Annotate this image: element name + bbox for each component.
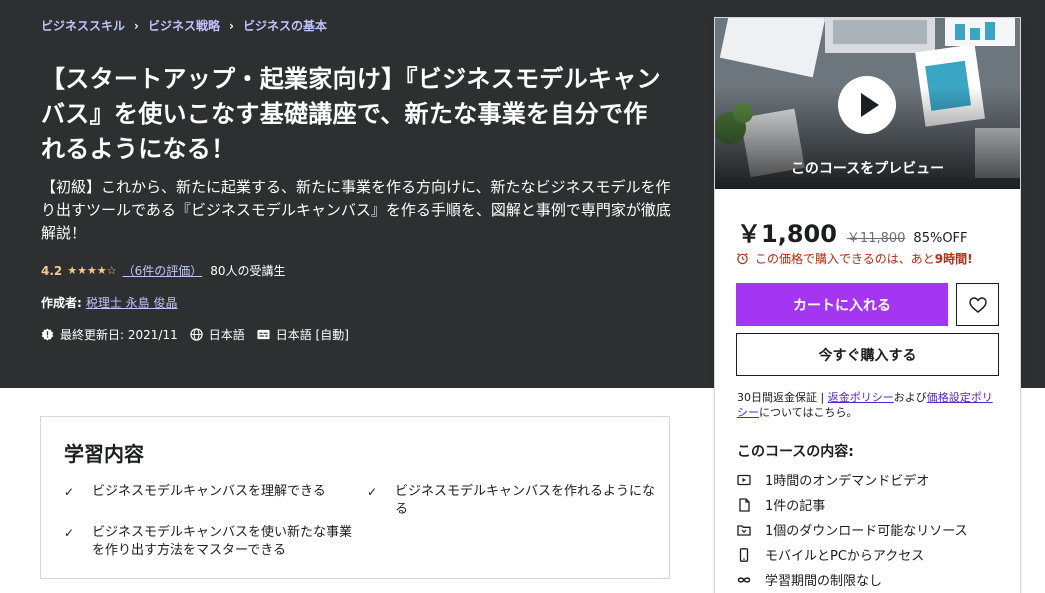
learn-item: ✓ ビジネスモデルキャンバスを使い新たな事業を作り出す方法をマスターできる bbox=[64, 524, 354, 560]
author-link[interactable]: 税理士 永島 俊晶 bbox=[86, 294, 178, 311]
student-count: 80人の受講生 bbox=[210, 264, 286, 278]
course-title: 【スタートアップ・起業家向け】『ビジネスモデルキャンバス』を使いこなす基礎講座で… bbox=[41, 65, 661, 163]
course-language: 日本語 bbox=[208, 328, 245, 342]
buy-now-button[interactable]: 今すぐ購入する bbox=[736, 333, 999, 376]
include-lifetime: 学習期間の制限なし bbox=[765, 574, 883, 589]
include-article: 1件の記事 bbox=[765, 499, 826, 514]
what-you-learn-box: 学習内容 ✓ ビジネスモデルキャンバスを理解できる ✓ ビジネスモデルキャンバス… bbox=[40, 416, 670, 579]
purchase-sidebar: このコースをプレビュー ￥1,800 ￥11,800 85%OFF この価格で購… bbox=[714, 17, 1021, 593]
include-video: 1時間のオンデマンドビデオ bbox=[765, 474, 930, 489]
learn-title: 学習内容 bbox=[64, 442, 144, 466]
globe-icon bbox=[190, 328, 203, 341]
closed-captions-icon bbox=[257, 329, 270, 340]
check-icon: ✓ bbox=[367, 485, 378, 499]
breadcrumb-item-business-skills[interactable]: ビジネススキル bbox=[41, 17, 125, 34]
original-price: ￥11,800 bbox=[846, 231, 906, 246]
guarantee-suffix: についてはこちら。 bbox=[759, 406, 858, 419]
learn-item-text: ビジネスモデルキャンバスを使い新たな事業を作り出す方法をマスターできる bbox=[92, 525, 353, 558]
breadcrumb: ビジネススキル › ビジネス戦略 › ビジネスの基本 bbox=[41, 17, 327, 34]
refund-policy-link[interactable]: 返金ポリシー bbox=[828, 391, 894, 404]
timer-remaining: 9時間! bbox=[934, 252, 973, 266]
rating-value: 4.2 bbox=[41, 263, 63, 278]
list-item: 学習期間の制限なし bbox=[737, 567, 968, 592]
heart-icon bbox=[968, 296, 987, 313]
current-price: ￥1,800 bbox=[737, 220, 837, 248]
timer-text: この価格で購入できるのは、あと bbox=[755, 252, 935, 266]
author-label: 作成者: bbox=[41, 296, 82, 310]
breadcrumb-item-business-basics[interactable]: ビジネスの基本 bbox=[243, 17, 327, 34]
infinity-icon bbox=[737, 576, 751, 583]
include-download: 1個のダウンロード可能なリソース bbox=[765, 524, 968, 539]
includes-list: 1時間のオンデマンドビデオ 1件の記事 1個のダウンロード可能なリソース モバイ… bbox=[737, 467, 968, 592]
include-mobile: モバイルとPCからアクセス bbox=[765, 549, 925, 564]
wishlist-button[interactable] bbox=[956, 283, 999, 326]
list-item: モバイルとPCからアクセス bbox=[737, 542, 968, 567]
download-icon bbox=[737, 524, 751, 536]
article-icon bbox=[739, 497, 750, 512]
course-captions: 日本語 [自動] bbox=[275, 328, 349, 342]
guarantee-and: および bbox=[893, 391, 927, 404]
discount-percent: 85%OFF bbox=[913, 231, 968, 246]
list-item: 1個のダウンロード可能なリソース bbox=[737, 517, 968, 542]
star-rating-icon: ★★★★☆ bbox=[67, 264, 117, 277]
course-subtitle: 【初級】これから、新たに起業する、新たに事業を作る方向けに、新たなビジネスモデル… bbox=[41, 178, 671, 242]
alert-badge-icon bbox=[41, 328, 54, 341]
last-updated: 最終更新日: 2021/11 bbox=[60, 328, 178, 342]
course-meta: 最終更新日: 2021/11 日本語 日本語 [自動] bbox=[41, 326, 361, 343]
learn-item: ✓ ビジネスモデルキャンバスを作れるようになる bbox=[367, 483, 657, 519]
check-icon: ✓ bbox=[64, 485, 75, 499]
add-to-cart-button[interactable]: カートに入れる bbox=[736, 283, 948, 326]
list-item: 1件の記事 bbox=[737, 492, 968, 517]
list-item: 1時間のオンデマンドビデオ bbox=[737, 467, 968, 492]
video-icon bbox=[737, 474, 751, 485]
breadcrumb-item-business-strategy[interactable]: ビジネス戦略 bbox=[148, 17, 220, 34]
rating-row: 4.2 ★★★★☆ （6件の評価） 80人の受講生 bbox=[41, 262, 286, 279]
money-back-guarantee: 30日間返金保証 | 返金ポリシーおよび価格設定ポリシーについてはこちら。 bbox=[737, 390, 1001, 420]
learn-item-text: ビジネスモデルキャンバスを理解できる bbox=[92, 484, 326, 499]
author-row: 作成者: 税理士 永島 俊晶 bbox=[41, 294, 177, 311]
breadcrumb-separator: › bbox=[134, 18, 139, 33]
alarm-clock-icon bbox=[737, 252, 748, 265]
course-preview[interactable]: このコースをプレビュー bbox=[715, 18, 1020, 189]
price-timer: この価格で購入できるのは、あと 9時間! bbox=[736, 250, 973, 267]
breadcrumb-separator: › bbox=[228, 18, 234, 33]
check-icon: ✓ bbox=[64, 526, 75, 540]
preview-label: このコースをプレビュー bbox=[790, 161, 945, 177]
learn-item: ✓ ビジネスモデルキャンバスを理解できる bbox=[64, 483, 334, 501]
mobile-icon bbox=[739, 547, 749, 562]
play-icon[interactable] bbox=[838, 76, 896, 134]
guarantee-text: 30日間返金保証 | bbox=[737, 391, 828, 404]
learn-item-text: ビジネスモデルキャンバスを作れるようになる bbox=[395, 484, 656, 517]
includes-title: このコースの内容: bbox=[737, 444, 854, 460]
price-row: ￥1,800 ￥11,800 85%OFF bbox=[737, 214, 968, 249]
rating-count-link[interactable]: （6件の評価） bbox=[123, 262, 203, 279]
